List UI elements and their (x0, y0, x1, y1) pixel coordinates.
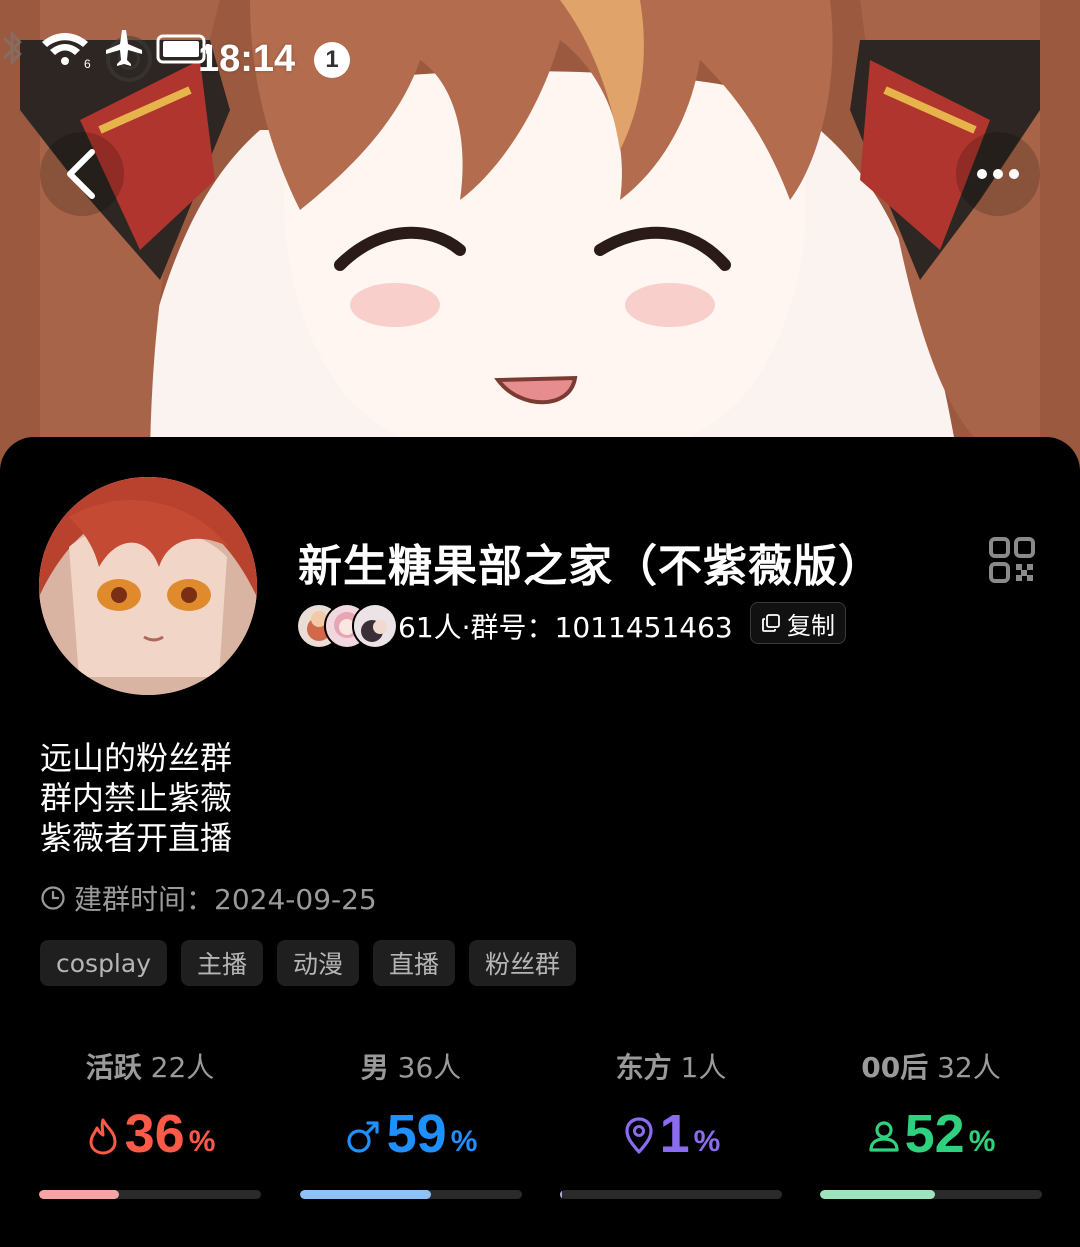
notification-badge: 1 (314, 42, 350, 78)
wifi-icon: 6 (42, 33, 91, 68)
member-avatars[interactable] (296, 603, 398, 649)
stat-value: 36 % (39, 1104, 261, 1164)
more-horizontal-icon (977, 169, 1019, 179)
clock-icon (41, 886, 65, 910)
stat-progress-bar (820, 1190, 1042, 1199)
stat-progress-fill (300, 1190, 431, 1199)
group-id-label: 群号： (470, 611, 555, 644)
location-pin-icon (625, 1117, 653, 1154)
stat-percent-unit: % (450, 1125, 478, 1158)
tag-chip[interactable]: cosplay (40, 940, 167, 986)
flame-icon (89, 1118, 117, 1155)
group-stats: 活跃 22人 36 % 男 36人 59 % 东方 1人 1 % 00后 32人… (39, 1046, 1042, 1206)
stat-count: 36人 (397, 1051, 462, 1084)
copy-label: 复制 (787, 611, 835, 640)
created-date-row: 建群时间：2024-09-25 (40, 878, 377, 918)
stat-progress-fill (39, 1190, 119, 1199)
person-icon (869, 1121, 899, 1152)
stat-region[interactable]: 东方 1人 1 % (560, 1046, 782, 1206)
tag-chip[interactable]: 主播 (181, 940, 264, 986)
stat-label-title: 东方 (615, 1051, 672, 1084)
description-line: 紫薇者开直播 (40, 819, 233, 857)
stat-label: 00后 32人 (820, 1046, 1042, 1086)
male-icon (347, 1121, 379, 1153)
member-and-id-line: 61人·群号：1011451463 (398, 606, 733, 646)
stat-percent-value: 1 (659, 1104, 690, 1164)
stat-count: 32人 (937, 1051, 1001, 1084)
tag-list: cosplay 主播 动漫 直播 粉丝群 (40, 940, 577, 986)
member-count: 61人 (398, 611, 462, 644)
stat-value: 59 % (300, 1104, 522, 1164)
tag-chip[interactable]: 粉丝群 (469, 940, 577, 986)
stat-label-title: 00后 (861, 1051, 929, 1084)
stat-count: 22人 (150, 1051, 215, 1084)
chevron-left-icon (67, 149, 95, 199)
stat-label-title: 活跃 (85, 1051, 142, 1084)
stat-percent-value: 36 (124, 1104, 185, 1164)
stat-percent-value: 59 (386, 1104, 447, 1164)
back-button[interactable] (40, 132, 124, 216)
stat-value: 1 % (560, 1104, 782, 1164)
status-icons: 6 (2, 30, 210, 68)
stat-percent-unit: % (188, 1125, 216, 1158)
stat-percent-value: 52 (904, 1104, 965, 1164)
stat-progress-bar (560, 1190, 782, 1199)
stat-progress-bar (300, 1190, 522, 1199)
bluetooth-icon (2, 30, 23, 66)
qr-code-icon[interactable] (988, 536, 1036, 584)
copy-group-id-button[interactable]: 复制 (750, 602, 846, 644)
more-options-button[interactable] (956, 132, 1040, 216)
stat-label-title: 男 (360, 1051, 389, 1084)
group-description: 远山的粉丝群 群内禁止紫薇 紫薇者开直播 (40, 738, 232, 858)
tag-chip[interactable]: 直播 (373, 940, 456, 986)
stat-active[interactable]: 活跃 22人 36 % (39, 1046, 261, 1206)
battery-icon (156, 34, 210, 64)
status-bar: 18:14 1 6 (0, 28, 1080, 92)
stat-male[interactable]: 男 36人 59 % (300, 1046, 522, 1206)
group-cover-image: 18:14 1 6 (0, 0, 1080, 470)
stat-percent-unit: % (968, 1125, 996, 1158)
stat-label: 东方 1人 (560, 1046, 782, 1086)
stat-age[interactable]: 00后 32人 52 % (820, 1046, 1042, 1206)
airplane-mode-icon (106, 30, 142, 66)
created-date: 2024-09-25 (214, 883, 377, 916)
stat-progress-fill (820, 1190, 936, 1199)
tag-chip[interactable]: 动漫 (277, 940, 360, 986)
group-name: 新生糖果部之家（不紫薇版） (298, 541, 883, 592)
stat-label: 男 36人 (300, 1046, 522, 1086)
stat-progress-bar (39, 1190, 261, 1199)
group-avatar[interactable] (39, 477, 257, 695)
separator-dot: · (461, 611, 471, 644)
stat-percent-unit: % (693, 1125, 721, 1158)
description-line: 远山的粉丝群 (40, 739, 233, 777)
stat-count: 1人 (680, 1051, 727, 1084)
copy-icon (762, 614, 780, 632)
stat-value: 52 % (820, 1104, 1042, 1164)
created-label: 建群时间： (74, 883, 215, 916)
group-id: 1011451463 (554, 611, 733, 644)
svg-text:6: 6 (84, 57, 91, 68)
stat-label: 活跃 22人 (39, 1046, 261, 1086)
description-line: 群内禁止紫薇 (40, 779, 233, 817)
member-avatar (352, 603, 398, 649)
stat-progress-fill (560, 1190, 563, 1199)
